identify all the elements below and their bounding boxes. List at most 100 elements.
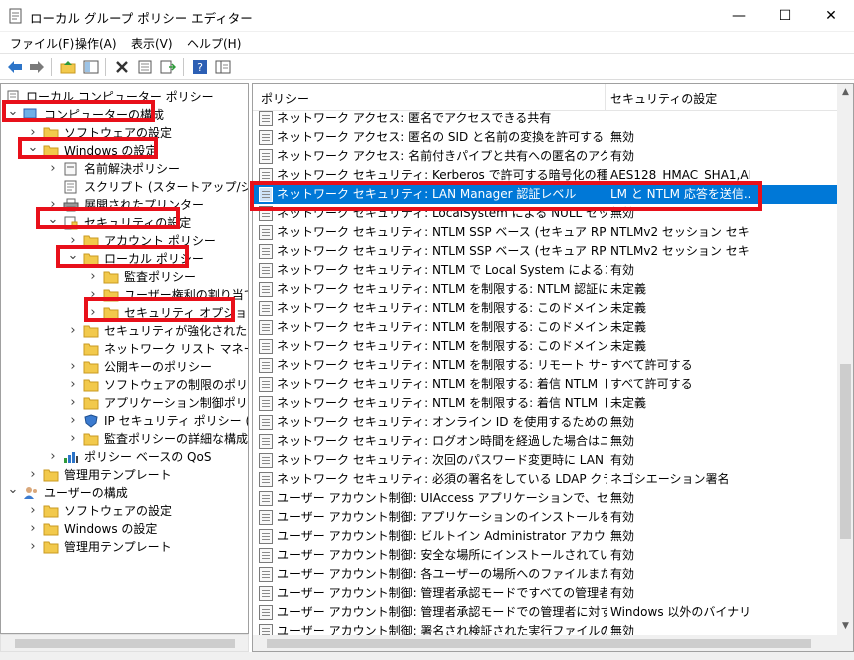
show-hide-console-tree-button[interactable]	[81, 57, 101, 77]
policy-setting-icon	[259, 377, 273, 392]
menu-view[interactable]: 表示(V)	[131, 35, 173, 52]
policy-name: ネットワーク アクセス: 名前付きパイプと共有への匿名のアクセスを制...	[277, 149, 607, 163]
tree-item-23[interactable]: › ソフトウェアの設定	[1, 502, 248, 520]
policy-name: ユーザー アカウント制御: ビルトイン Administrator アカウントの…	[277, 529, 607, 543]
tree-horizontal-scrollbar[interactable]	[0, 634, 249, 652]
policy-name: ユーザー アカウント制御: 管理者承認モードでの管理者に対する昇...	[277, 605, 607, 619]
policy-row[interactable]: ネットワーク セキュリティ: NTLM を制限する: リモート サーバーに対する…	[253, 356, 837, 375]
tree-item-5[interactable]: スクリプト (スタートアップ/シャットダウ	[1, 178, 248, 196]
policy-row[interactable]: ユーザー アカウント制御: 各ユーザーの場所へのファイルまたはレジスト...有効	[253, 565, 837, 584]
tree-item-14[interactable]: ネットワーク リスト マネージャー ポ	[1, 340, 248, 358]
policy-row[interactable]: ユーザー アカウント制御: 安全な場所にインストールされている UIAcc...…	[253, 546, 837, 565]
policy-row[interactable]: ネットワーク アクセス: 匿名でアクセスできる共有	[253, 109, 837, 128]
policy-name: ネットワーク セキュリティ: NTLM を制限する: このドメインにサーバーの.…	[277, 301, 607, 315]
chevron-right-icon[interactable]: ›	[67, 358, 79, 376]
policy-row[interactable]: ネットワーク アクセス: 匿名の SID と名前の変換を許可する 無効	[253, 128, 837, 147]
tree-item-15[interactable]: › 公開キーのポリシー	[1, 358, 248, 376]
chevron-right-icon[interactable]: ›	[27, 538, 39, 556]
policy-setting-icon	[259, 149, 273, 164]
policy-row[interactable]: ネットワーク セキュリティ: NTLM を制限する: NTLM 認証に対するリ.…	[253, 280, 837, 299]
policy-row[interactable]: ユーザー アカウント制御: 管理者承認モードでの管理者に対する昇...Windo…	[253, 603, 837, 622]
help-button[interactable]: ?	[190, 57, 210, 77]
extended-view-button[interactable]	[213, 57, 233, 77]
policy-row[interactable]: ネットワーク セキュリティ: NTLM を制限する: このドメイン内の NTLM…	[253, 337, 837, 356]
console-tree[interactable]: ローカル コンピューター ポリシー ⌄ コンピューターの構成 › ソフトウェアの設定 ⌄ W…	[0, 83, 249, 634]
policy-list-pane[interactable]: ポリシー ^ セキュリティの設定 ネットワーク アクセス: 匿名でアクセスできる…	[252, 83, 854, 652]
menu-help[interactable]: ヘルプ(H)	[187, 35, 241, 52]
policy-name: ネットワーク セキュリティ: NTLM を制限する: このドメイン内の NTLM…	[277, 339, 607, 353]
policy-row[interactable]: ネットワーク セキュリティ: NTLM を制限する: このドメイン内の NTLM…	[253, 318, 837, 337]
highlight-box-lan-manager-row	[250, 181, 762, 211]
policy-row[interactable]: ネットワーク セキュリティ: オンライン ID を使用するためのこのコンピュー.…	[253, 413, 837, 432]
chevron-right-icon[interactable]: ›	[67, 376, 79, 394]
tree-item-18[interactable]: › IP セキュリティ ポリシー (ローカル	[1, 412, 248, 430]
policy-security-setting: 有効	[610, 548, 635, 562]
chevron-right-icon[interactable]: ›	[67, 430, 79, 448]
tree-item-10[interactable]: › 監査ポリシー	[1, 268, 248, 286]
folder-icon	[43, 504, 59, 518]
scroll-up-icon[interactable]: ▲	[837, 84, 853, 101]
policy-row[interactable]: ネットワーク セキュリティ: NTLM SSP ベース (セキュア RPC を含…	[253, 242, 837, 261]
chevron-right-icon[interactable]: ›	[27, 520, 39, 538]
close-button[interactable]: ✕	[808, 0, 854, 32]
chevron-right-icon[interactable]: ›	[87, 268, 99, 286]
policy-security-setting: 無効	[610, 434, 635, 448]
scrollbar-thumb[interactable]	[840, 364, 851, 539]
chevron-right-icon[interactable]: ›	[67, 394, 79, 412]
scrollbar-thumb[interactable]	[267, 639, 811, 648]
chevron-right-icon[interactable]: ›	[67, 412, 79, 430]
column-header-policy[interactable]: ポリシー	[261, 90, 309, 107]
tree-item-24[interactable]: › Windows の設定	[1, 520, 248, 538]
maximize-button[interactable]: ☐	[762, 0, 808, 32]
close-icon: ✕	[825, 8, 837, 24]
tree-item-17[interactable]: › アプリケーション制御ポリシー	[1, 394, 248, 412]
policy-setting-icon	[259, 396, 273, 411]
policy-setting-icon	[259, 225, 273, 240]
tree-item-20[interactable]: › ポリシー ベースの QoS	[1, 448, 248, 466]
policy-row[interactable]: ネットワーク セキュリティ: 必須の署名をしている LDAP クライアントネゴシ…	[253, 470, 837, 489]
policy-row[interactable]: ユーザー アカウント制御: 管理者承認モードですべての管理者を実行...有効	[253, 584, 837, 603]
chevron-right-icon[interactable]: ›	[27, 502, 39, 520]
policy-row[interactable]: ユーザー アカウント制御: ビルトイン Administrator アカウントの…	[253, 527, 837, 546]
policy-row[interactable]: ネットワーク セキュリティ: 次回のパスワード変更時に LAN Manager …	[253, 451, 837, 470]
tree-item-21[interactable]: › 管理用テンプレート	[1, 466, 248, 484]
tree-item-22[interactable]: ⌄ ユーザーの構成	[1, 483, 248, 502]
policy-row[interactable]: ユーザー アカウント制御: アプリケーションのインストールを検出し、昇...有効	[253, 508, 837, 527]
policy-row[interactable]: ネットワーク セキュリティ: NTLM を制限する: 着信 NTLM トラフィッ…	[253, 375, 837, 394]
up-one-level-button[interactable]	[58, 57, 78, 77]
menu-file[interactable]: ファイル(F)	[10, 35, 74, 52]
scrollbar-thumb[interactable]	[15, 639, 235, 648]
export-list-button[interactable]	[158, 57, 178, 77]
policy-row[interactable]: ネットワーク セキュリティ: NTLM SSP ベース (セキュア RPC を含…	[253, 223, 837, 242]
policy-row[interactable]: ネットワーク セキュリティ: ログオン時間を経過した場合はユーザーを強...無効	[253, 432, 837, 451]
tree-item-4[interactable]: › 名前解決ポリシー	[1, 160, 248, 178]
forward-button[interactable]	[27, 57, 47, 77]
policy-setting-icon	[259, 301, 273, 316]
properties-button[interactable]	[135, 57, 155, 77]
minimize-button[interactable]: —	[716, 0, 762, 32]
export-list-icon	[160, 60, 176, 74]
column-header-security-setting[interactable]: セキュリティの設定	[610, 90, 717, 107]
tree-item-16[interactable]: › ソフトウェアの制限のポリシー	[1, 376, 248, 394]
policy-row[interactable]: ネットワーク セキュリティ: NTLM を制限する: このドメインにサーバーの.…	[253, 299, 837, 318]
list-horizontal-scrollbar[interactable]	[253, 635, 837, 651]
delete-button[interactable]	[112, 57, 132, 77]
list-vertical-scrollbar[interactable]: ▲ ▼	[837, 84, 853, 635]
tree-item-25[interactable]: › 管理用テンプレート	[1, 538, 248, 556]
tree-item-19[interactable]: › 監査ポリシーの詳細な構成	[1, 430, 248, 448]
policy-setting-icon	[259, 586, 273, 601]
tree-item-13[interactable]: › セキュリティが強化された Wind	[1, 322, 248, 340]
chevron-right-icon[interactable]: ›	[67, 322, 79, 340]
policy-row[interactable]: ネットワーク アクセス: 名前付きパイプと共有への匿名のアクセスを制...有効	[253, 147, 837, 166]
chevron-right-icon[interactable]: ›	[47, 160, 59, 178]
highlight-box-local-policy	[56, 245, 189, 268]
chevron-down-icon[interactable]: ⌄	[7, 483, 19, 502]
scroll-down-icon[interactable]: ▼	[837, 618, 853, 635]
policy-row[interactable]: ネットワーク セキュリティ: NTLM を制限する: 着信 NTLM トラフィッ…	[253, 394, 837, 413]
menu-action[interactable]: 操作(A)	[75, 35, 117, 52]
chevron-right-icon[interactable]: ›	[47, 448, 59, 466]
policy-row[interactable]: ネットワーク セキュリティ: NTLM で Local System によるコン…	[253, 261, 837, 280]
back-button[interactable]	[5, 57, 25, 77]
chevron-right-icon[interactable]: ›	[27, 466, 39, 484]
policy-row[interactable]: ユーザー アカウント制御: UIAccess アプリケーションで、セキュリティで…	[253, 489, 837, 508]
